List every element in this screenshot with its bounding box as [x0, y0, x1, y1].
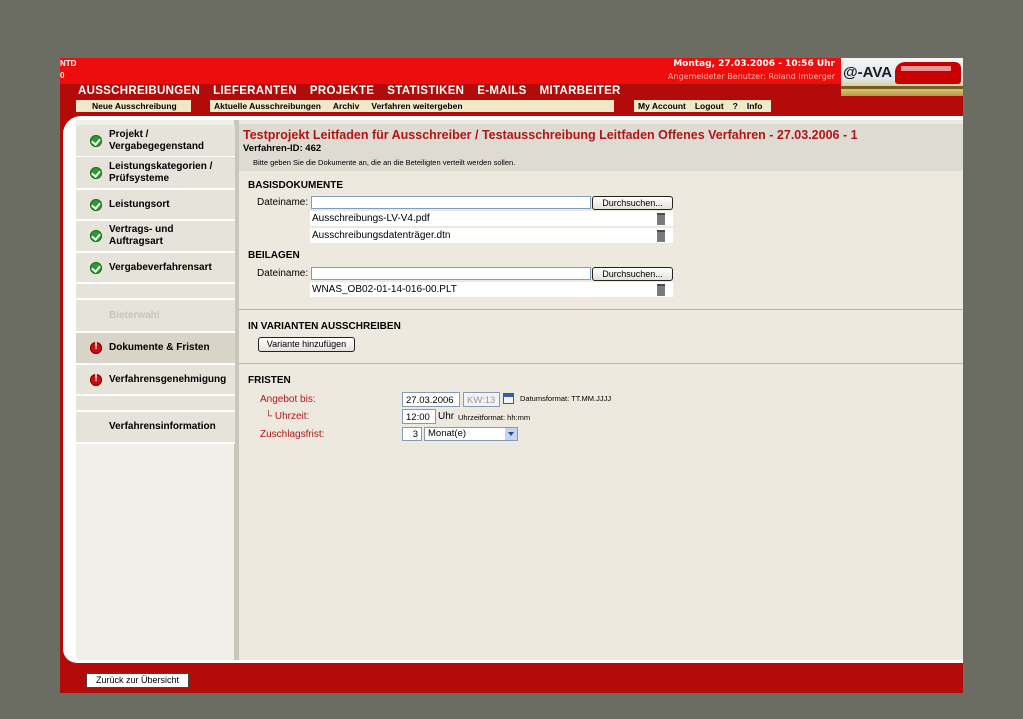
- sidebar-item-verfahrensgenehmigung[interactable]: Verfahrensgenehmigung: [76, 365, 235, 396]
- nav-projekte[interactable]: PROJEKTE: [310, 85, 374, 99]
- attachment-file-row: WNAS_OB02-01-14-016-00.PLT: [310, 282, 673, 297]
- date-format-hint: Datumsformat: TT.MM.JJJJ: [520, 394, 612, 403]
- my-account-link[interactable]: My Account: [638, 101, 686, 111]
- corner-line-1: NTD: [60, 59, 77, 68]
- back-to-overview-button[interactable]: Zurück zur Übersicht: [86, 673, 189, 688]
- corner-text: NTD 0: [60, 58, 76, 82]
- check-icon: [90, 134, 102, 147]
- sidebar-item-label: Dokumente & Fristen: [109, 342, 210, 353]
- basis-file-row: Ausschreibungs-LV-V4.pdf: [310, 211, 673, 226]
- subnav-main: Aktuelle Ausschreibungen Archiv Verfahre…: [210, 100, 614, 112]
- trash-icon[interactable]: [657, 284, 665, 296]
- error-icon: [90, 373, 102, 386]
- trash-icon[interactable]: [657, 213, 665, 225]
- sidebar-spacer: [76, 284, 235, 300]
- page-title: Testprojekt Leitfaden für Ausschreiber /…: [243, 128, 858, 142]
- error-icon: [90, 341, 102, 354]
- sidebar-item-leistungsort[interactable]: Leistungsort: [76, 190, 235, 221]
- logout-link[interactable]: Logout: [695, 101, 724, 111]
- check-icon: [90, 261, 102, 274]
- check-icon: [90, 166, 102, 179]
- file-name: Ausschreibungs-LV-V4.pdf: [312, 213, 430, 224]
- sidebar-item-verfahrensinformation[interactable]: Verfahrensinformation: [76, 412, 235, 444]
- award-period-input[interactable]: 3: [402, 427, 422, 441]
- logged-in-user: Angemeldeter Benutzer: Roland Imberger: [667, 72, 835, 81]
- section-fristen: FRISTEN: [248, 375, 291, 386]
- sidebar-item-label: Verfahrensinformation: [109, 421, 216, 432]
- sidebar-item-vergabeverfahrensart[interactable]: Vergabeverfahrensart: [76, 253, 235, 284]
- current-tenders-link[interactable]: Aktuelle Ausschreibungen: [214, 101, 321, 111]
- check-icon: [90, 198, 102, 211]
- offer-date-input[interactable]: 27.03.2006: [402, 392, 460, 407]
- basis-file-row: Ausschreibungsdatenträger.dtn: [310, 228, 673, 243]
- award-unit-select[interactable]: Monat(e): [424, 427, 518, 441]
- sidebar-item-dokumente-fristen[interactable]: Dokumente & Fristen: [76, 333, 235, 365]
- attachment-file-label: Dateiname:: [257, 268, 309, 279]
- sidebar-item-bieterwahl: Bieterwahl: [76, 300, 235, 333]
- file-name: Ausschreibungsdatenträger.dtn: [312, 230, 451, 241]
- sidebar-item-label: Leistungsort: [109, 198, 170, 210]
- instruction-text: Bitte geben Sie die Dokumente an, die an…: [253, 158, 516, 167]
- time-label: └ Uhrzeit:: [265, 411, 310, 422]
- nav-ausschreibungen[interactable]: AUSSCHREIBUNGEN: [78, 85, 200, 99]
- chevron-down-icon: [505, 428, 517, 440]
- nav-emails[interactable]: E-MAILS: [477, 85, 526, 99]
- sidebar-item-label: Projekt / Vergabegegenstand: [109, 128, 205, 152]
- sidebar-item-label: Bieterwahl: [109, 309, 160, 321]
- attachment-browse-button[interactable]: Durchsuchen...: [592, 267, 673, 281]
- sidebar-item-label: Vertrags- und Auftragsart: [109, 224, 174, 247]
- add-variant-button[interactable]: Variante hinzufügen: [258, 337, 355, 352]
- trash-icon[interactable]: [657, 230, 665, 242]
- basis-file-label: Dateiname:: [257, 197, 309, 208]
- train-icon: [895, 62, 961, 84]
- new-tender-link[interactable]: Neue Ausschreibung: [76, 101, 191, 111]
- sidebar-item-leistungskategorien[interactable]: Leistungskategorien / Prüfsysteme: [76, 157, 235, 190]
- attachment-file-input[interactable]: [311, 267, 591, 280]
- nav-mitarbeiter[interactable]: MITARBEITER: [540, 85, 621, 99]
- info-link[interactable]: Info: [747, 101, 763, 111]
- offer-deadline-label: Angebot bis:: [260, 394, 316, 405]
- file-name: WNAS_OB02-01-14-016-00.PLT: [312, 284, 457, 295]
- section-divider: [239, 363, 963, 364]
- corner-line-2: 0: [60, 71, 65, 80]
- sidebar-item-label: Verfahrensgenehmigung: [109, 373, 227, 385]
- check-icon: [90, 230, 102, 242]
- pass-on-procedure-link[interactable]: Verfahren weitergeben: [371, 101, 462, 111]
- sidebar-item-projekt[interactable]: Projekt / Vergabegegenstand: [76, 125, 235, 158]
- rail-decoration: [841, 86, 963, 89]
- basis-file-input[interactable]: [311, 196, 591, 209]
- sidebar-item-label: Vergabeverfahrensart: [109, 261, 212, 273]
- basis-browse-button[interactable]: Durchsuchen...: [592, 196, 673, 210]
- subnav-account: My Account Logout ? Info: [634, 100, 771, 112]
- sidebar-item-vertragsart[interactable]: Vertrags- und Auftragsart: [76, 221, 235, 253]
- logo-text: @-AVA: [843, 64, 893, 81]
- award-period-label: Zuschlagsfrist:: [260, 429, 325, 440]
- nav-statistiken[interactable]: STATISTIKEN: [387, 85, 464, 99]
- time-input[interactable]: 12:00: [402, 409, 436, 424]
- section-basisdokumente: BASISDOKUMENTE: [248, 180, 344, 191]
- calendar-week-field: KW:13: [463, 392, 500, 407]
- main-nav: AUSSCHREIBUNGEN LIEFERANTEN PROJEKTE STA…: [78, 85, 621, 99]
- calendar-icon[interactable]: [503, 393, 514, 404]
- sidebar-item-label: Leistungskategorien / Prüfsysteme: [109, 160, 213, 184]
- section-divider: [239, 309, 963, 310]
- sidebar-spacer: [76, 396, 235, 412]
- award-unit-value: Monat(e): [428, 428, 467, 439]
- time-unit: Uhr: [438, 411, 455, 422]
- help-link[interactable]: ?: [733, 101, 738, 111]
- datetime: Montag, 27.03.2006 - 10:56 Uhr: [673, 59, 835, 69]
- subnav-new: Neue Ausschreibung: [76, 100, 191, 112]
- procedure-id: Verfahren-ID: 462: [243, 143, 322, 154]
- footer-bar: [60, 663, 963, 693]
- section-beilagen: BEILAGEN: [248, 250, 300, 261]
- section-varianten: IN VARIANTEN AUSSCHREIBEN: [248, 321, 401, 332]
- archive-link[interactable]: Archiv: [333, 101, 359, 111]
- ava-logo: @-AVA: [841, 58, 963, 96]
- time-format-hint: Uhrzeitformat: hh:mm: [458, 413, 531, 422]
- nav-lieferanten[interactable]: LIEFERANTEN: [213, 85, 297, 99]
